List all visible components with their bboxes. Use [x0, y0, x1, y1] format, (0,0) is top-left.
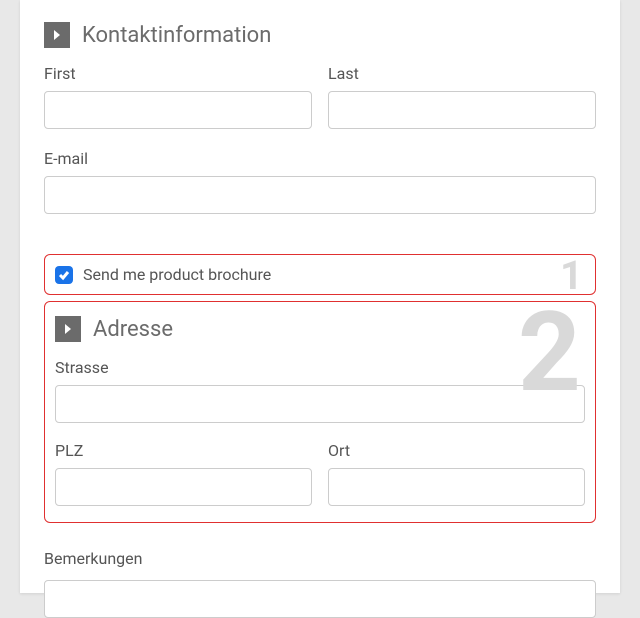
brochure-checkbox-row[interactable]: Send me product brochure [45, 255, 595, 294]
last-name-input[interactable] [328, 91, 596, 129]
first-name-label: First [44, 64, 312, 83]
chevron-right-icon[interactable] [55, 316, 81, 342]
first-name-input[interactable] [44, 91, 312, 129]
contact-section-title: Kontaktinformation [82, 23, 271, 48]
contact-section-header: Kontaktinformation [44, 22, 596, 48]
zip-label: PLZ [55, 441, 312, 460]
name-row: First Last [44, 64, 596, 129]
zip-input[interactable] [55, 468, 312, 506]
remarks-col: Bemerkungen [44, 549, 596, 618]
street-label: Strasse [55, 358, 585, 377]
checkbox-checked-icon[interactable] [55, 266, 73, 284]
brochure-label: Send me product brochure [83, 265, 271, 284]
email-label: E-mail [44, 149, 596, 168]
first-name-col: First [44, 64, 312, 129]
street-input[interactable] [55, 385, 585, 423]
chevron-right-icon[interactable] [44, 22, 70, 48]
remarks-label: Bemerkungen [44, 549, 596, 568]
city-col: Ort [328, 441, 585, 506]
remarks-row: Bemerkungen [44, 549, 596, 618]
city-input[interactable] [328, 468, 585, 506]
street-row: Strasse [55, 358, 585, 423]
last-name-label: Last [328, 64, 596, 83]
remarks-input[interactable] [44, 580, 596, 618]
address-section-title: Adresse [93, 317, 173, 342]
callout-2: 2 Adresse Strasse PLZ Ort [44, 301, 596, 523]
form-card: Kontaktinformation First Last E-mail Sen… [20, 0, 620, 593]
zip-col: PLZ [55, 441, 312, 506]
email-col: E-mail [44, 149, 596, 214]
last-name-col: Last [328, 64, 596, 129]
email-row: E-mail [44, 149, 596, 214]
street-col: Strasse [55, 358, 585, 423]
zip-city-row: PLZ Ort [55, 441, 585, 506]
address-section-header: Adresse [55, 316, 585, 342]
email-input[interactable] [44, 176, 596, 214]
callout-1: Send me product brochure 1 [44, 254, 596, 295]
city-label: Ort [328, 441, 585, 460]
